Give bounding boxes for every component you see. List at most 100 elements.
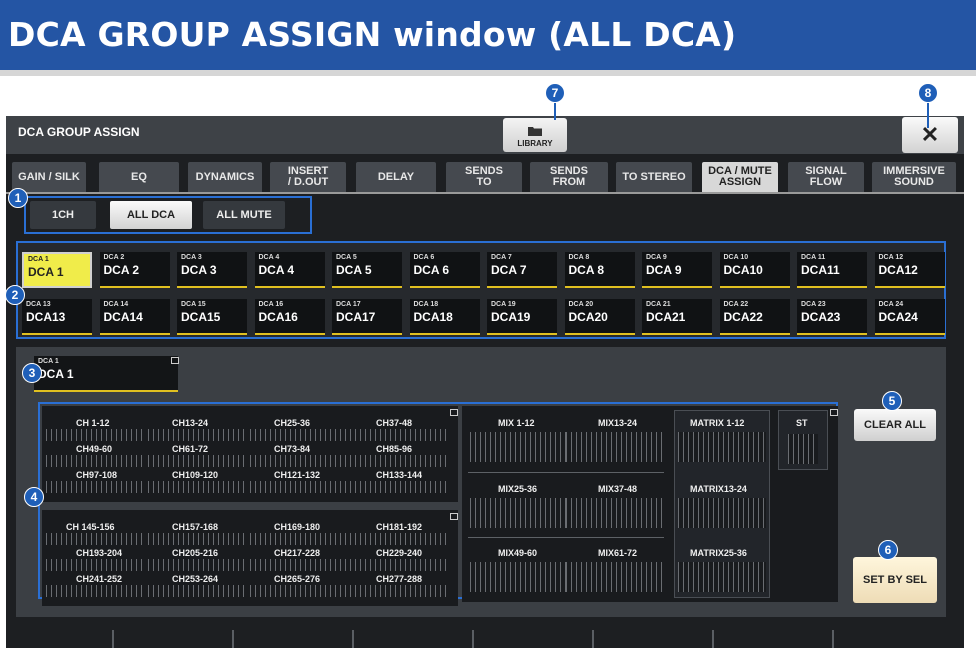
channel-group-7[interactable] [250,559,346,571]
dca-button-name: DCA 5 [336,263,372,277]
channel-group-6[interactable] [148,455,244,467]
channel-group-12[interactable] [350,481,446,493]
tab-gain-silk[interactable]: GAIN / SILK [12,162,86,192]
channel-group-label: CH13-24 [172,418,209,428]
dca-button-12[interactable]: DCA 12 DCA12 [874,252,945,288]
tab-dca-mute-assign[interactable]: DCA / MUTE ASSIGN [702,162,778,192]
channel-group-8[interactable] [350,559,446,571]
dca-button-8[interactable]: DCA 8 DCA 8 [564,252,635,288]
channel-group-7[interactable] [250,455,346,467]
dca-button-2[interactable]: DCA 2 DCA 2 [99,252,170,288]
dca-button-17[interactable]: DCA 17 DCA17 [332,299,402,335]
mix-separator [468,537,664,538]
divider [592,630,594,648]
dca-button-small-label: DCA 16 [258,301,284,308]
mix-group-1[interactable] [470,432,566,462]
dca-button-9[interactable]: DCA 9 DCA 9 [642,252,712,288]
mix-group-6[interactable] [566,562,662,592]
dca-button-name: DCA21 [646,310,686,324]
tab-delay[interactable]: DELAY [356,162,436,192]
channel-group-2[interactable] [148,429,244,441]
channel-group-9[interactable] [46,585,142,597]
dca-button-5[interactable]: DCA 5 DCA 5 [332,252,402,288]
dca-button-small-label: DCA 7 [491,254,512,261]
channel-group-label: CH49-60 [76,444,113,454]
tab-sends-to[interactable]: SENDS TO [446,162,522,192]
library-button[interactable]: LIBRARY [503,118,567,152]
close-button[interactable]: ✕ [902,117,958,153]
channel-group-3[interactable] [250,533,346,545]
tab-sends-from[interactable]: SENDS FROM [530,162,608,192]
subtab-1ch[interactable]: 1CH [30,201,96,229]
tab-label: INSERT / D.OUT [287,165,329,188]
tab-label: SENDS TO [465,165,503,188]
dca-button-18[interactable]: DCA 18 DCA18 [409,299,480,335]
dca-button-21[interactable]: DCA 21 DCA21 [642,299,712,335]
matrix-group-2[interactable] [678,498,766,528]
tab-label: DELAY [377,170,415,183]
tab-eq[interactable]: EQ [99,162,179,192]
dca-button-small-label: DCA 9 [646,254,667,261]
dca-button-name: DCA17 [336,310,376,324]
channel-group-1[interactable] [46,429,142,441]
dca-button-name: DCA24 [878,310,918,324]
dca-button-1[interactable]: DCA 1 DCA 1 [22,252,92,288]
mix-group-3[interactable] [470,498,566,528]
channel-group-12[interactable] [350,585,446,597]
channel-group-4[interactable] [350,533,446,545]
tab-immersive-sound[interactable]: IMMERSIVE SOUND [872,162,956,192]
clear-all-button[interactable]: CLEAR ALL [854,409,936,441]
tab-to-stereo[interactable]: TO STEREO [616,162,692,192]
matrix-group-3[interactable] [678,562,766,592]
channel-group-5[interactable] [46,559,142,571]
tab-signal-flow[interactable]: SIGNAL FLOW [788,162,864,192]
dca-button-19[interactable]: DCA 19 DCA19 [487,299,557,335]
set-by-sel-button[interactable]: SET BY SEL [853,557,937,603]
dca-button-6[interactable]: DCA 6 DCA 6 [409,252,480,288]
mix-group-5[interactable] [470,562,566,592]
dca-button-20[interactable]: DCA 20 DCA20 [564,299,635,335]
tab-label: IMMERSIVE SOUND [883,165,945,188]
callout-7: 7 [545,83,565,103]
dca-button-small-label: DCA 3 [181,254,202,261]
channel-group-8[interactable] [350,455,446,467]
channel-group-4[interactable] [350,429,446,441]
channel-group-10[interactable] [148,481,244,493]
dca-button-3[interactable]: DCA 3 DCA 3 [177,252,247,288]
dca-button-22[interactable]: DCA 22 DCA22 [719,299,790,335]
subtab-all-dca[interactable]: ALL DCA [110,201,192,229]
mix-group-label: MIX61-72 [598,548,638,558]
dca-button-14[interactable]: DCA 14 DCA14 [99,299,170,335]
matrix-group-1[interactable] [678,432,766,462]
channel-group-1[interactable] [46,533,142,545]
dca-button-4[interactable]: DCA 4 DCA 4 [254,252,325,288]
channel-group-5[interactable] [46,455,142,467]
mix-group-2[interactable] [566,432,662,462]
dca-button-15[interactable]: DCA 15 DCA15 [177,299,247,335]
channel-group-11[interactable] [250,481,346,493]
dca-button-23[interactable]: DCA 23 DCA23 [797,299,867,335]
mix-group-4[interactable] [566,498,662,528]
channel-group-3[interactable] [250,429,346,441]
channel-group-9[interactable] [46,481,142,493]
callout-2: 2 [5,285,25,305]
tab-insert-dout[interactable]: INSERT / D.OUT [270,162,346,192]
channel-group-label: CH73-84 [274,444,311,454]
channel-group-6[interactable] [148,559,244,571]
channel-group-10[interactable] [148,585,244,597]
channel-group-11[interactable] [250,585,346,597]
divider [832,630,834,648]
tab-label: SENDS FROM [550,165,588,188]
dca-button-16[interactable]: DCA 16 DCA16 [254,299,325,335]
dca-button-13[interactable]: DCA 13 DCA13 [22,299,92,335]
selected-dca-indicator[interactable]: DCA 1 DCA 1 [34,356,178,392]
dca-button-24[interactable]: DCA 24 DCA24 [874,299,945,335]
tab-dynamics[interactable]: DYNAMICS [188,162,262,192]
dca-button-10[interactable]: DCA 10 DCA10 [719,252,790,288]
dca-button-11[interactable]: DCA 11 DCA11 [797,252,867,288]
subtab-all-mute[interactable]: ALL MUTE [203,201,285,229]
st-fader-group[interactable] [788,434,818,464]
channel-group-2[interactable] [148,533,244,545]
dca-button-7[interactable]: DCA 7 DCA 7 [487,252,557,288]
dca-button-name: DCA14 [103,310,143,324]
